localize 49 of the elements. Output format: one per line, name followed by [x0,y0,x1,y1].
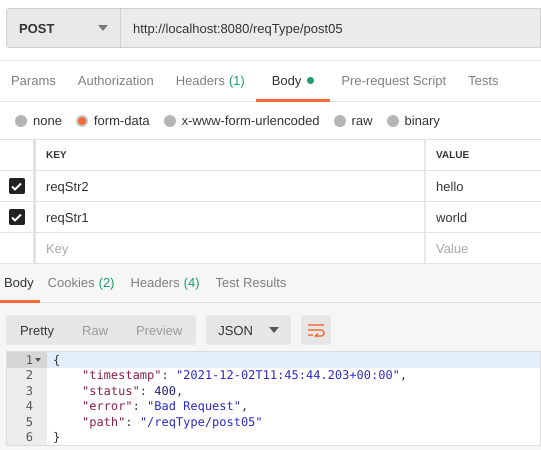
key-cell[interactable]: reqStr2 [46,178,89,194]
radio-button[interactable] [15,114,27,126]
radio-button[interactable] [334,114,346,126]
checkbox[interactable] [8,209,24,225]
radio-label[interactable]: binary [404,113,440,128]
wrap-button[interactable] [300,315,331,345]
radio-label[interactable]: x-www-form-urlencoded [182,113,320,128]
line-number: 4 [26,399,33,414]
code-line: "error": "Bad Request", [81,399,248,414]
key-cell[interactable]: reqStr1 [46,210,89,224]
radio-label[interactable]: raw [352,113,372,128]
fold-icon[interactable] [35,358,41,362]
radio-button[interactable] [76,114,88,126]
line-number: 5 [26,414,33,429]
response-tab[interactable]: Test Results [208,264,294,303]
wrap-icon [306,323,325,337]
code-line: "status": 400, [81,384,184,398]
request-tab[interactable]: Authorization [66,61,165,102]
response-tab[interactable]: Headers (4) [122,264,208,303]
column-header: KEY [46,150,67,160]
code-line: { [52,352,60,367]
radio-label[interactable]: form-data [94,113,150,128]
line-number: 1 [26,352,33,367]
code-line: "timestamp": "2021-12-02T11:45:44.203+00:00", [81,368,408,382]
response-tab[interactable]: Cookies (2) [40,264,122,303]
request-tab[interactable]: Params [0,61,67,102]
method-dropdown[interactable]: POST [6,8,121,48]
value-cell[interactable]: world [436,210,468,224]
url-field[interactable]: http://localhost:8080/reqType/post05 [121,8,541,48]
format-dropdown[interactable]: JSON [206,315,291,345]
request-tab[interactable]: Tests [457,61,510,102]
caret-icon [268,327,279,333]
value-cell[interactable]: hello [436,178,464,194]
code-line: "path": "/reqType/post05" [81,414,263,429]
request-tab[interactable]: Pre-request Script [330,61,458,102]
response-tab[interactable]: Body [0,264,40,303]
radio-label[interactable]: none [33,113,62,128]
request-tab[interactable]: Headers (1) [164,61,256,102]
radio-button[interactable] [164,114,176,126]
code-line: } [52,430,60,444]
column-header: VALUE [436,150,470,160]
line-number: 2 [26,368,33,382]
checkbox[interactable] [8,178,24,194]
caret-icon [98,25,108,31]
line-number: 3 [26,384,33,398]
request-tab[interactable]: Body [256,61,330,102]
radio-button[interactable] [386,114,398,126]
view-mode-button[interactable]: Pretty [6,315,68,345]
line-number: 6 [26,430,33,444]
